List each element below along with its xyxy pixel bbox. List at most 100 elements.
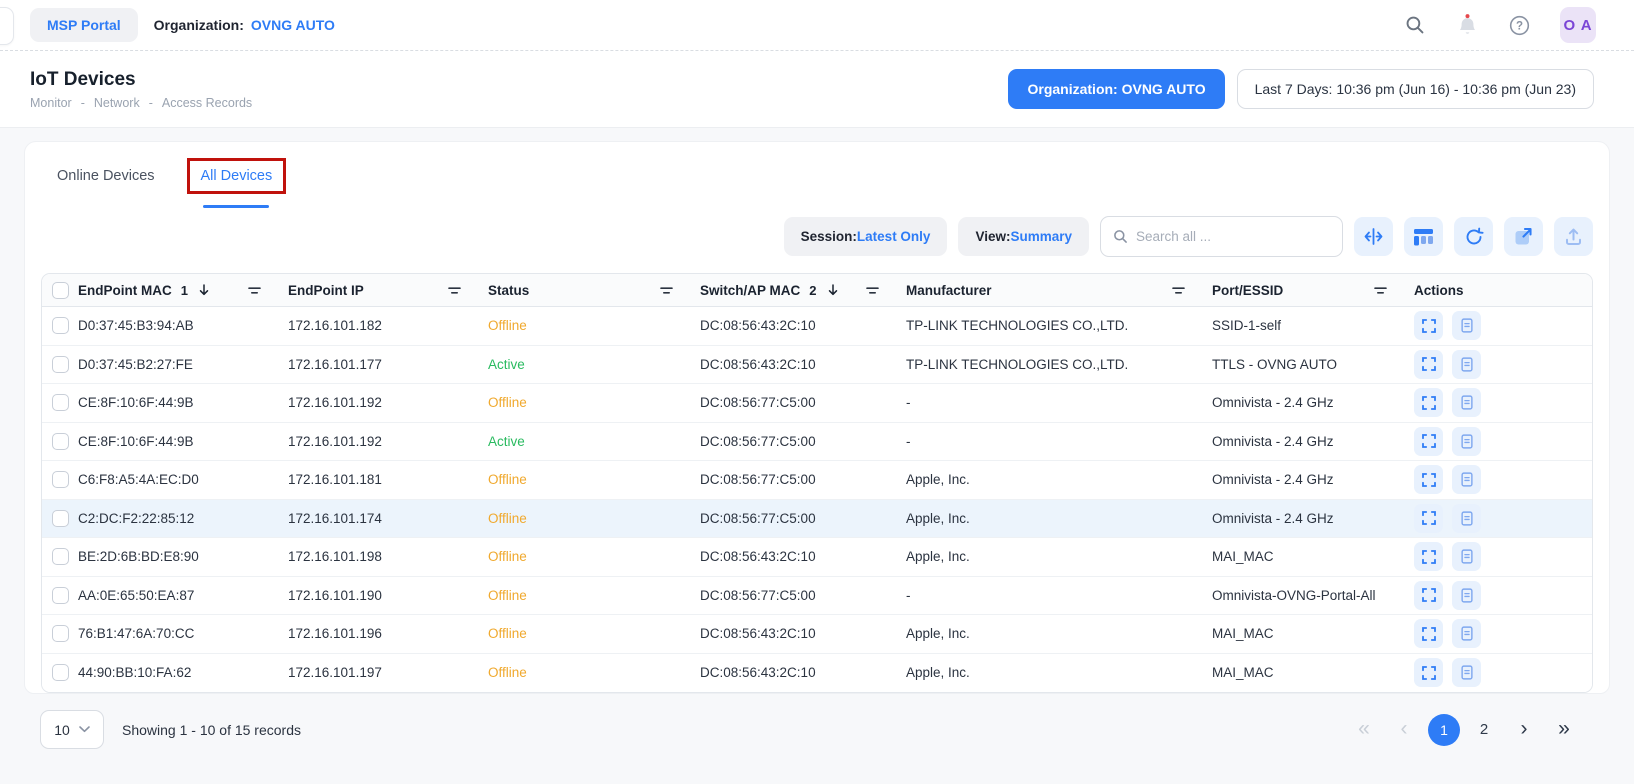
table-row[interactable]: BE:2D:6B:BD:E8:90 172.16.101.198 Offline… bbox=[42, 538, 1592, 577]
tab-all-devices-label[interactable]: All Devices bbox=[201, 168, 273, 184]
breadcrumb-item[interactable]: Network bbox=[94, 96, 140, 110]
row-checkbox[interactable] bbox=[52, 625, 69, 642]
prev-page-button[interactable]: ‹ bbox=[1388, 714, 1420, 746]
row-actions bbox=[1414, 619, 1592, 648]
table-header-row: EndPoint MAC 1 EndPoint IP Status bbox=[42, 274, 1592, 307]
manufacturer-cell: - bbox=[906, 395, 1212, 410]
switch-ap-mac-cell: DC:08:56:77:C5:00 bbox=[700, 434, 906, 449]
expand-icon[interactable] bbox=[1414, 465, 1443, 494]
breadcrumb-item[interactable]: Access Records bbox=[162, 96, 252, 110]
expand-icon[interactable] bbox=[1414, 658, 1443, 687]
page-button-1[interactable]: 1 bbox=[1428, 714, 1460, 746]
row-checkbox[interactable] bbox=[52, 394, 69, 411]
expand-icon[interactable] bbox=[1414, 311, 1443, 340]
table-row[interactable]: 44:90:BB:10:FA:62 172.16.101.197 Offline… bbox=[42, 654, 1592, 693]
sort-arrow-icon[interactable] bbox=[826, 283, 840, 297]
help-icon[interactable]: ? bbox=[1508, 14, 1530, 36]
expand-icon[interactable] bbox=[1414, 504, 1443, 533]
filter-icon[interactable] bbox=[447, 283, 462, 298]
document-icon[interactable] bbox=[1452, 350, 1481, 379]
column-header-switch-ap-mac[interactable]: Switch/AP MAC 2 bbox=[700, 283, 906, 298]
table-row[interactable]: 76:B1:47:6A:70:CC 172.16.101.196 Offline… bbox=[42, 615, 1592, 654]
row-checkbox[interactable] bbox=[52, 433, 69, 450]
table-row[interactable]: D0:37:45:B2:27:FE 172.16.101.177 Active … bbox=[42, 346, 1592, 385]
table-row[interactable]: AA:0E:65:50:EA:87 172.16.101.190 Offline… bbox=[42, 577, 1592, 616]
filter-icon[interactable] bbox=[865, 283, 880, 298]
expand-icon[interactable] bbox=[1414, 542, 1443, 571]
endpoint-mac-cell: CE:8F:10:6F:44:9B bbox=[78, 434, 288, 449]
column-header-endpoint-mac[interactable]: EndPoint MAC 1 bbox=[78, 283, 288, 298]
row-checkbox[interactable] bbox=[52, 587, 69, 604]
organization-button[interactable]: Organization: OVNG AUTO bbox=[1008, 69, 1224, 109]
column-header-status[interactable]: Status bbox=[488, 283, 700, 298]
expand-icon[interactable] bbox=[1414, 350, 1443, 379]
breadcrumb-item[interactable]: Monitor bbox=[30, 96, 72, 110]
document-icon[interactable] bbox=[1452, 658, 1481, 687]
search-input-icon bbox=[1113, 229, 1128, 244]
document-icon[interactable] bbox=[1452, 465, 1481, 494]
search-icon[interactable] bbox=[1404, 14, 1426, 36]
row-checkbox[interactable] bbox=[52, 471, 69, 488]
table-row[interactable]: CE:8F:10:6F:44:9B 172.16.101.192 Offline… bbox=[42, 384, 1592, 423]
table-row[interactable]: D0:37:45:B3:94:AB 172.16.101.182 Offline… bbox=[42, 307, 1592, 346]
sort-arrow-icon[interactable] bbox=[197, 283, 211, 297]
row-checkbox[interactable] bbox=[52, 664, 69, 681]
view-label: View: bbox=[975, 229, 1010, 244]
column-resize-button[interactable] bbox=[1354, 217, 1393, 256]
open-external-button[interactable] bbox=[1504, 217, 1543, 256]
session-filter-button[interactable]: Session:Latest Only bbox=[784, 217, 948, 256]
endpoint-mac-cell: AA:0E:65:50:EA:87 bbox=[78, 588, 288, 603]
tab-all-devices[interactable]: All Devices bbox=[187, 158, 287, 194]
refresh-button[interactable] bbox=[1454, 217, 1493, 256]
table-row[interactable]: CE:8F:10:6F:44:9B 172.16.101.192 Active … bbox=[42, 423, 1592, 462]
columns-button[interactable] bbox=[1404, 217, 1443, 256]
endpoint-ip-cell: 172.16.101.177 bbox=[288, 357, 488, 372]
expand-icon[interactable] bbox=[1414, 427, 1443, 456]
filter-icon[interactable] bbox=[659, 283, 674, 298]
filter-icon[interactable] bbox=[1373, 283, 1388, 298]
export-button[interactable] bbox=[1554, 217, 1593, 256]
row-checkbox[interactable] bbox=[52, 510, 69, 527]
session-label: Session: bbox=[801, 229, 857, 244]
table-row[interactable]: C2:DC:F2:22:85:12 172.16.101.174 Offline… bbox=[42, 500, 1592, 539]
document-icon[interactable] bbox=[1452, 388, 1481, 417]
brand-msp-portal[interactable]: MSP Portal bbox=[30, 8, 138, 42]
status-badge: Active bbox=[488, 357, 700, 372]
column-header-manufacturer[interactable]: Manufacturer bbox=[906, 283, 1212, 298]
column-header-endpoint-ip[interactable]: EndPoint IP bbox=[288, 283, 488, 298]
sidebar-toggle[interactable] bbox=[0, 7, 14, 45]
switch-ap-mac-cell: DC:08:56:43:2C:10 bbox=[700, 549, 906, 564]
main-content: Online Devices All Devices Session:Lates… bbox=[0, 128, 1634, 749]
search-input[interactable] bbox=[1136, 229, 1330, 244]
row-checkbox[interactable] bbox=[52, 356, 69, 373]
document-icon[interactable] bbox=[1452, 311, 1481, 340]
filter-icon[interactable] bbox=[247, 283, 262, 298]
date-range-picker[interactable]: Last 7 Days: 10:36 pm (Jun 16) - 10:36 p… bbox=[1237, 69, 1594, 109]
first-page-button[interactable]: « bbox=[1348, 714, 1380, 746]
expand-icon[interactable] bbox=[1414, 388, 1443, 417]
filter-icon[interactable] bbox=[1171, 283, 1186, 298]
page-size-select[interactable]: 10 bbox=[40, 710, 104, 749]
page-button-2[interactable]: 2 bbox=[1468, 714, 1500, 746]
row-checkbox[interactable] bbox=[52, 317, 69, 334]
document-icon[interactable] bbox=[1452, 504, 1481, 533]
table-row[interactable]: C6:F8:A5:4A:EC:D0 172.16.101.181 Offline… bbox=[42, 461, 1592, 500]
status-badge: Active bbox=[488, 434, 700, 449]
column-header-port-essid[interactable]: Port/ESSID bbox=[1212, 283, 1414, 298]
document-icon[interactable] bbox=[1452, 542, 1481, 571]
tab-online-devices[interactable]: Online Devices bbox=[49, 160, 163, 192]
document-icon[interactable] bbox=[1452, 427, 1481, 456]
next-page-button[interactable]: › bbox=[1508, 714, 1540, 746]
document-icon[interactable] bbox=[1452, 619, 1481, 648]
bell-icon[interactable] bbox=[1456, 14, 1478, 36]
org-label: Organization: bbox=[154, 17, 244, 33]
select-all-checkbox[interactable] bbox=[52, 282, 69, 299]
view-filter-button[interactable]: View:Summary bbox=[958, 217, 1089, 256]
org-value-link[interactable]: OVNG AUTO bbox=[251, 17, 335, 33]
avatar[interactable]: O A bbox=[1560, 7, 1596, 43]
row-checkbox[interactable] bbox=[52, 548, 69, 565]
document-icon[interactable] bbox=[1452, 581, 1481, 610]
expand-icon[interactable] bbox=[1414, 619, 1443, 648]
last-page-button[interactable]: » bbox=[1548, 714, 1580, 746]
expand-icon[interactable] bbox=[1414, 581, 1443, 610]
